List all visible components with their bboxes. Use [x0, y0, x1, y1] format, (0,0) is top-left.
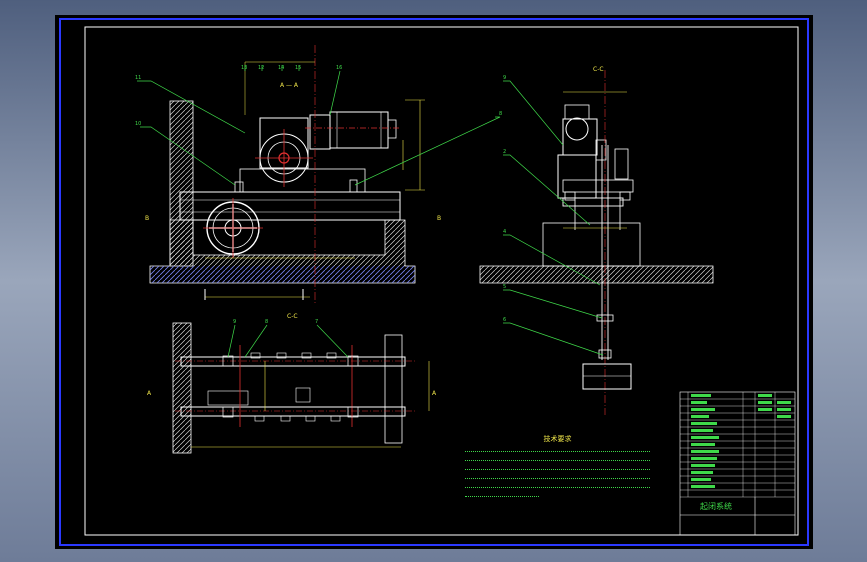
- view-label-a-a: A — A: [280, 82, 299, 89]
- svg-text:12: 12: [258, 65, 264, 71]
- side-view: C-C 9 2 4 5 6: [479, 66, 714, 415]
- handwheel: [203, 198, 263, 258]
- section-marker-b-right: B: [437, 215, 441, 222]
- plan-view: A A C-C 9 8 7: [147, 313, 437, 454]
- svg-text:4: 4: [503, 229, 506, 235]
- cad-viewport[interactable]: A — A B B 11 10 13 12 14 15 16 8 C-C 9 2…: [55, 15, 813, 549]
- svg-text:15: 15: [295, 65, 301, 71]
- svg-text:8: 8: [265, 319, 268, 325]
- note-line: [465, 492, 539, 497]
- section-marker-a-left: A: [147, 390, 152, 397]
- svg-text:6: 6: [503, 317, 506, 323]
- note-line: [465, 474, 650, 479]
- technical-notes: 技术要求: [465, 434, 650, 501]
- svg-text:16: 16: [336, 65, 342, 71]
- svg-text:11: 11: [135, 75, 141, 81]
- view-label-c-c-plan: C-C: [287, 313, 298, 320]
- title-block: [679, 391, 796, 536]
- svg-text:8: 8: [499, 111, 502, 117]
- note-line: [465, 447, 650, 452]
- section-marker-a-right: A: [432, 390, 437, 397]
- svg-text:5: 5: [503, 284, 506, 290]
- svg-text:14: 14: [278, 65, 284, 71]
- technical-notes-title: 技术要求: [543, 435, 572, 443]
- support-frame: [239, 168, 366, 193]
- svg-text:13: 13: [241, 65, 247, 71]
- note-line: [465, 483, 650, 488]
- svg-text:10: 10: [135, 121, 141, 127]
- cad-drawing: A — A B B 11 10 13 12 14 15 16 8 C-C 924 5…: [59, 18, 809, 546]
- front-view: A — A B B 11 10 13 12 14 15 16 8: [135, 45, 502, 305]
- view-label-c-c-top: C-C: [593, 66, 604, 73]
- title-block-name: 起闭系统: [700, 501, 732, 511]
- note-line: [465, 465, 650, 470]
- svg-text:2: 2: [503, 149, 506, 155]
- note-line: [465, 456, 650, 461]
- platform-beam: [179, 191, 401, 221]
- foundation-base-hatch: [150, 266, 415, 283]
- svg-text:7: 7: [315, 319, 318, 325]
- svg-text:9: 9: [233, 319, 236, 325]
- section-marker-b-left: B: [145, 215, 149, 222]
- side-foundation: [479, 265, 714, 284]
- motor: [309, 114, 331, 150]
- svg-text:9: 9: [503, 75, 506, 81]
